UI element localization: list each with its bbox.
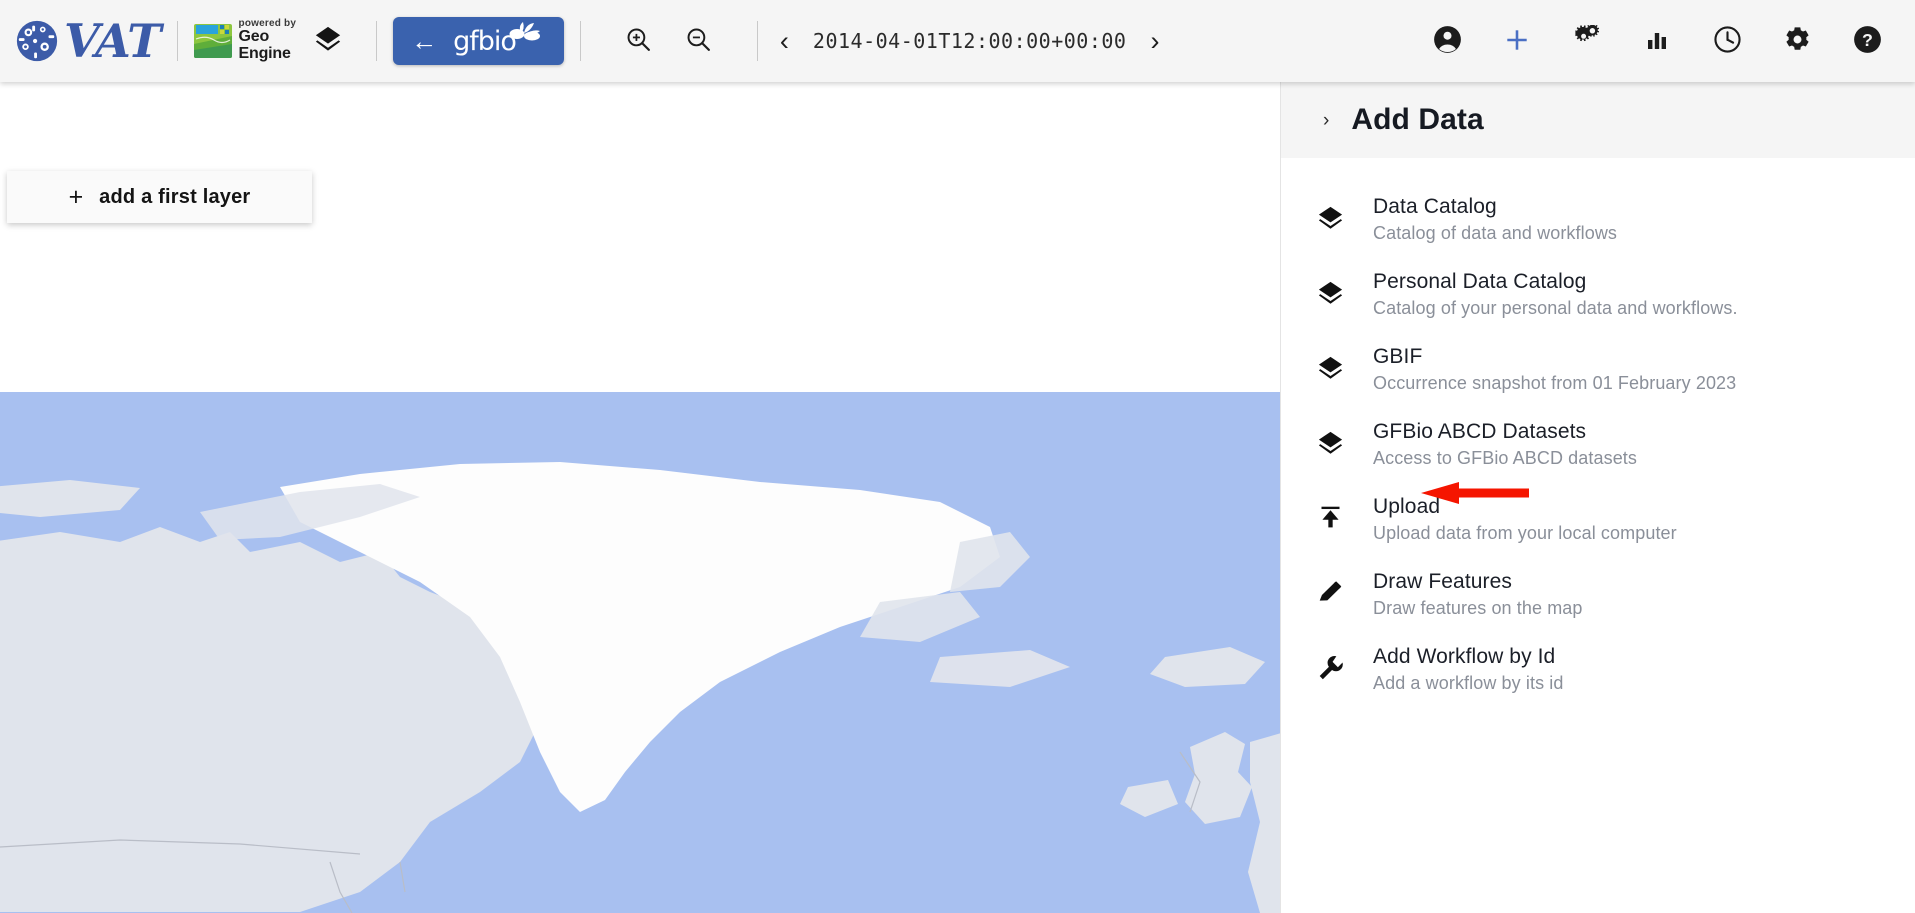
account-circle-button[interactable] xyxy=(1427,21,1467,61)
add-data-panel-header[interactable]: › Add Data xyxy=(1281,82,1915,158)
data-item-text: Data Catalog Catalog of data and workflo… xyxy=(1373,195,1617,244)
add-button[interactable] xyxy=(1497,21,1537,61)
vat-logo[interactable]: VAT xyxy=(14,14,162,68)
layers-icon xyxy=(1313,195,1347,233)
zoom-out-button[interactable] xyxy=(679,21,719,61)
data-item-personal-data-catalog[interactable]: Personal Data Catalog Catalog of your pe… xyxy=(1281,257,1915,332)
layers-toggle-button[interactable] xyxy=(296,25,360,58)
data-item-text: Upload Upload data from your local compu… xyxy=(1373,495,1677,544)
data-item-subtitle: Draw features on the map xyxy=(1373,598,1583,618)
geo-engine-name-line2: Engine xyxy=(238,45,291,63)
toolbar-right-group: ? xyxy=(1427,21,1915,61)
data-item-title: GBIF xyxy=(1373,345,1423,368)
globe-icon xyxy=(14,18,60,64)
layers-icon xyxy=(1313,420,1347,458)
vat-wordmark: VAT xyxy=(64,14,162,68)
data-item-title: Add Workflow by Id xyxy=(1373,645,1556,668)
plus-icon: + xyxy=(68,182,84,211)
data-item-data-catalog[interactable]: Data Catalog Catalog of data and workflo… xyxy=(1281,182,1915,257)
timestamp-label[interactable]: 2014-04-01T12:00:00+00:00 xyxy=(813,29,1127,53)
panel-title: Add Data xyxy=(1351,103,1484,136)
zoom-in-button[interactable] xyxy=(619,21,659,61)
help-icon: ? xyxy=(1853,25,1882,57)
time-next-button[interactable]: › xyxy=(1144,27,1165,55)
account-circle-icon xyxy=(1433,25,1462,57)
map-tile-icon xyxy=(193,24,232,58)
data-item-title: Draw Features xyxy=(1373,570,1513,593)
map-geometry xyxy=(0,462,1280,913)
gfbio-back-button[interactable]: ← gfbio xyxy=(393,17,564,65)
help-button[interactable]: ? xyxy=(1847,21,1887,61)
add-data-item-list: Data Catalog Catalog of data and workflo… xyxy=(1281,158,1915,707)
toolbar-divider-1 xyxy=(176,21,178,61)
add-first-layer-label: add a first layer xyxy=(99,185,251,208)
layers-icon xyxy=(314,25,342,58)
toolbar-divider-3 xyxy=(579,21,581,61)
settings-gear-icon xyxy=(1783,25,1812,57)
plots-button[interactable] xyxy=(1637,21,1677,61)
data-item-subtitle: Upload data from your local computer xyxy=(1373,523,1677,543)
chevron-right-icon: › xyxy=(1323,109,1330,131)
top-toolbar: VAT powered by Geo Engine ← gfbio ‹ 2014… xyxy=(0,0,1915,82)
arrow-back-icon: ← xyxy=(411,26,438,56)
data-item-subtitle: Catalog of your personal data and workfl… xyxy=(1373,298,1738,318)
workflow-button[interactable] xyxy=(1567,21,1607,61)
data-item-subtitle: Access to GFBio ABCD datasets xyxy=(1373,448,1638,468)
data-item-subtitle: Add a workflow by its id xyxy=(1373,673,1564,693)
toolbar-left-group: VAT powered by Geo Engine ← gfbio ‹ 2014… xyxy=(0,0,1165,82)
add-first-layer-button[interactable]: + add a first layer xyxy=(7,171,312,223)
data-item-upload[interactable]: Upload Upload data from your local compu… xyxy=(1281,482,1915,557)
data-item-subtitle: Catalog of data and workflows xyxy=(1373,223,1618,243)
toolbar-divider-4 xyxy=(756,21,758,61)
time-navigation: ‹ 2014-04-01T12:00:00+00:00 › xyxy=(774,27,1166,55)
data-item-title: Personal Data Catalog xyxy=(1373,270,1587,293)
time-previous-button[interactable]: ‹ xyxy=(774,27,795,55)
wrench-icon xyxy=(1313,645,1347,681)
add-data-panel: › Add Data Data Catalog Catalog of data … xyxy=(1280,82,1915,913)
data-item-title: Data Catalog xyxy=(1373,195,1497,218)
upload-icon xyxy=(1313,495,1347,531)
time-history-button[interactable] xyxy=(1707,21,1747,61)
geo-engine-logo[interactable]: powered by Geo Engine xyxy=(193,18,297,63)
layers-icon xyxy=(1313,270,1347,308)
data-item-title: GFBio ABCD Datasets xyxy=(1373,420,1587,443)
data-item-text: Personal Data Catalog Catalog of your pe… xyxy=(1373,270,1738,319)
toolbar-divider-2 xyxy=(376,21,378,61)
data-item-text: GBIF Occurrence snapshot from 01 Februar… xyxy=(1373,345,1736,394)
geo-engine-name-line1: Geo xyxy=(238,28,270,46)
svg-text:?: ? xyxy=(1862,30,1873,50)
workflow-gears-icon xyxy=(1572,22,1602,58)
pencil-icon xyxy=(1313,570,1347,606)
zoom-controls xyxy=(597,21,741,61)
data-item-text: Add Workflow by Id Add a workflow by its… xyxy=(1373,645,1563,694)
zoom-out-icon xyxy=(685,26,712,56)
map-canvas[interactable]: + add a first layer xyxy=(0,82,1280,913)
settings-button[interactable] xyxy=(1777,21,1817,61)
data-item-title: Upload xyxy=(1373,495,1441,518)
data-item-add-workflow-by-id[interactable]: Add Workflow by Id Add a workflow by its… xyxy=(1281,632,1915,707)
data-item-draw-features[interactable]: Draw Features Draw features on the map xyxy=(1281,557,1915,632)
plus-icon xyxy=(1503,26,1531,57)
geo-engine-text: powered by Geo Engine xyxy=(238,18,297,63)
bar-chart-icon xyxy=(1644,27,1670,56)
data-item-subtitle: Occurrence snapshot from 01 February 202… xyxy=(1373,373,1737,393)
data-item-gbif[interactable]: GBIF Occurrence snapshot from 01 Februar… xyxy=(1281,332,1915,407)
layers-icon xyxy=(1313,345,1347,383)
clock-history-icon xyxy=(1713,25,1742,57)
zoom-in-icon xyxy=(625,26,652,56)
data-item-gfbio-abcd-datasets[interactable]: GFBio ABCD Datasets Access to GFBio ABCD… xyxy=(1281,407,1915,482)
data-item-text: GFBio ABCD Datasets Access to GFBio ABCD… xyxy=(1373,420,1637,469)
data-item-text: Draw Features Draw features on the map xyxy=(1373,570,1583,619)
gfbio-label: gfbio xyxy=(453,25,517,57)
